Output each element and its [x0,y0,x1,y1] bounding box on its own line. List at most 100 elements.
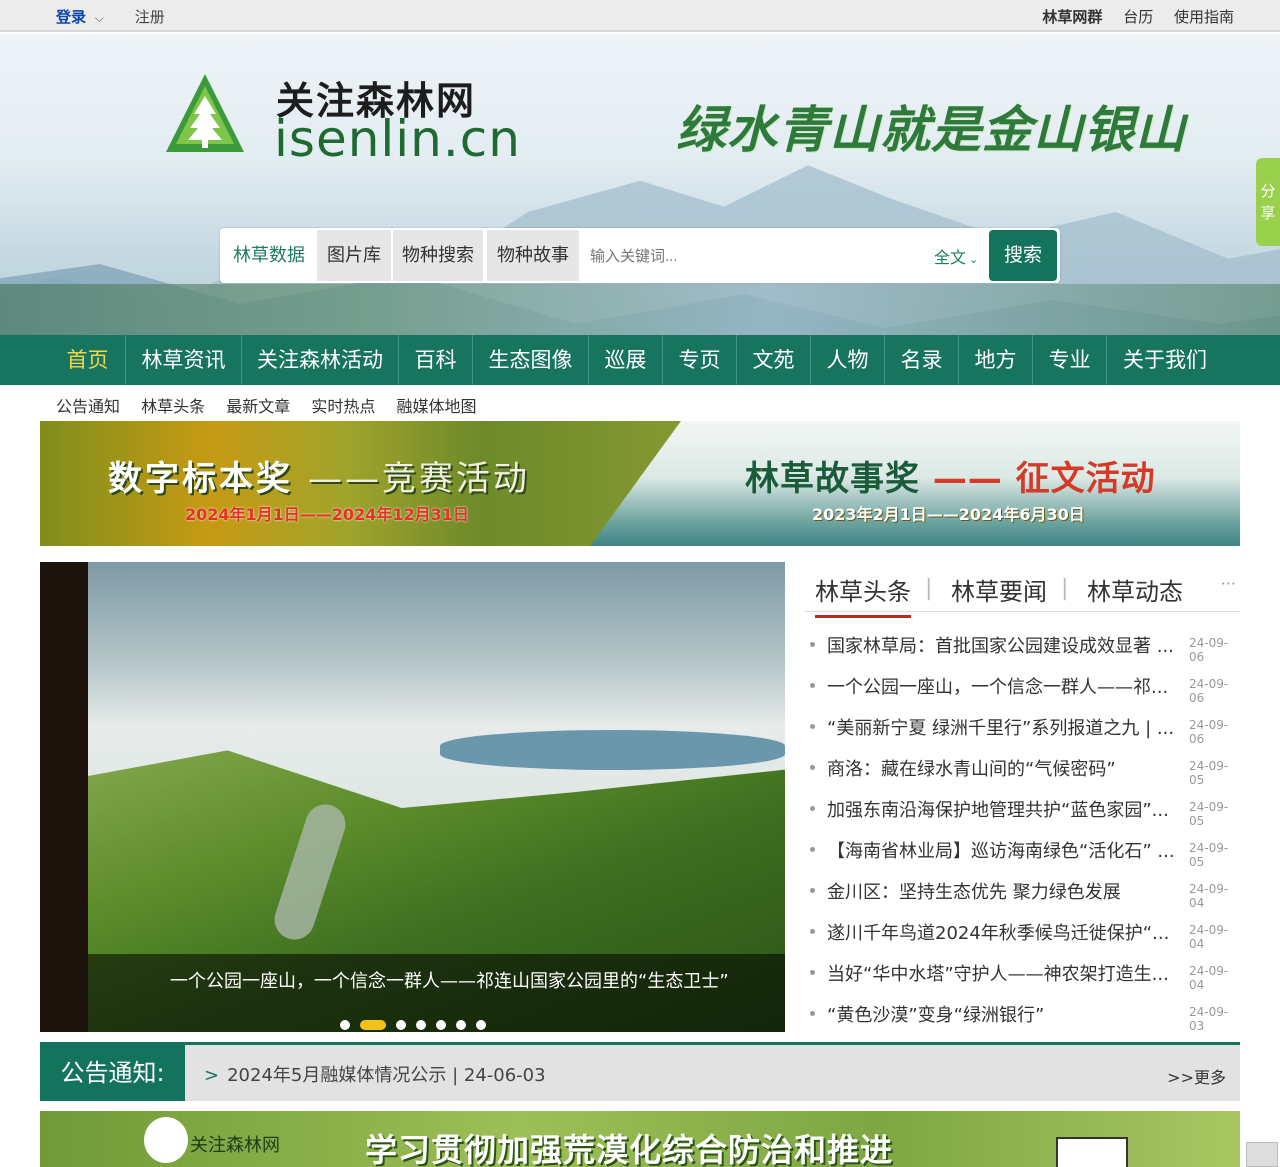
news-item[interactable]: “黄色沙漠”变身“绿洲银行” 24-09-03 [805,1001,1240,1042]
nav-activities[interactable]: 关注森林活动 [242,335,399,385]
nav-local[interactable]: 地方 [959,335,1033,385]
search-tab-data[interactable]: 林草数据 [222,230,316,281]
site-domain[interactable]: isenlin.cn [274,110,521,168]
tab-key-news[interactable]: 林草要闻 [951,572,1047,607]
subnav-hot[interactable]: 实时热点 [311,397,375,416]
carousel-dot[interactable] [416,1019,426,1030]
news-item-title[interactable]: “美丽新宁夏 绿洲千里行”系列报道之九 | ... [827,714,1177,740]
promo-banner[interactable]: 数字标本奖 ——竞赛活动 2024年1月1日——2024年12月31日 林草故事… [40,421,1240,546]
bullet-icon [810,642,815,647]
nav-professional[interactable]: 专业 [1033,335,1107,385]
news-item-title[interactable]: 【海南省林业局】巡访海南绿色“活化石” ... [827,837,1177,863]
main-nav: 首页 林草资讯 关注森林活动 百科 生态图像 巡展 专页 文苑 人物 名录 地方… [0,335,1280,385]
nav-literature[interactable]: 文苑 [737,335,811,385]
tab-divider: | [1061,576,1069,601]
share-button[interactable]: 分 享 [1256,158,1280,246]
news-item-title[interactable]: “黄色沙漠”变身“绿洲银行” [827,1001,1177,1027]
bottom-banner-site-name: 关注森林网 [190,1135,280,1156]
carousel-caption[interactable]: 一个公园一座山，一个信念一群人——祁连山国家公园里的“生态卫士” [170,967,729,993]
chevron-down-icon[interactable]: ⌵ [95,11,104,25]
guide-link[interactable]: 使用指南 [1174,8,1234,26]
carousel-dot[interactable] [396,1019,406,1030]
nav-special[interactable]: 专页 [663,335,737,385]
nav-tour[interactable]: 巡展 [589,335,663,385]
tab-updates[interactable]: 林草动态 [1087,572,1183,607]
subnav-notices[interactable]: 公告通知 [56,397,120,416]
nav-eco-images[interactable]: 生态图像 [473,335,589,385]
tab-headlines[interactable]: 林草头条 [815,572,911,618]
news-item[interactable]: 遂川千年鸟道2024年秋季候鸟迁徙保护“... 24-09-04 [805,919,1240,960]
nav-encyclopedia[interactable]: 百科 [399,335,473,385]
nav-about[interactable]: 关于我们 [1107,335,1223,385]
news-item-title[interactable]: 国家林草局：首批国家公园建设成效显著 ... [827,632,1177,658]
nav-people[interactable]: 人物 [811,335,885,385]
banner-right-dates: 2023年2月1日——2024年6月30日 [812,505,1085,524]
search-tab-stories[interactable]: 物种故事 [487,230,579,281]
news-item[interactable]: 商洛：藏在绿水青山间的“气候密码” 24-09-05 [805,755,1240,796]
news-item-date: 24-09-06 [1189,677,1229,705]
forest-logo-icon [144,1117,188,1163]
carousel-dot[interactable] [456,1019,466,1030]
news-item[interactable]: 一个公园一座山，一个信念一群人——祁... 24-09-06 [805,673,1240,714]
news-item[interactable]: 金川区：坚持生态优先 聚力绿色发展 24-09-04 [805,878,1240,919]
subnav-latest[interactable]: 最新文章 [226,397,290,416]
news-item[interactable]: 加强东南沿海保护地管理共护“蓝色家园”... 24-09-05 [805,796,1240,837]
nav-news[interactable]: 林草资讯 [126,335,242,385]
banner-left-title: 数字标本奖 ——竞赛活动 [108,451,530,500]
bottom-banner-text: 学习贯彻加强荒漠化综合防治和推进 [365,1131,894,1167]
news-panel: 林草头条 | 林草要闻 | 林草动态 ··· 国家林草局：首批国家公园建设成效显… [805,562,1240,1033]
notice-more-link[interactable]: >>更多 [1167,1064,1226,1088]
search-button[interactable]: 搜索 [989,230,1057,281]
news-item[interactable]: 国家林草局：首批国家公园建设成效显著 ... 24-09-06 [805,632,1240,673]
banner-left-dates: 2024年1月1日——2024年12月31日 [185,505,469,524]
news-item-title[interactable]: 当好“华中水塔”守护人——神农架打造生... [827,960,1177,986]
share-label-1: 分 [1260,182,1276,200]
sub-nav: 公告通知 林草头条 最新文章 实时热点 融媒体地图 [56,393,492,417]
nav-directory[interactable]: 名录 [885,335,959,385]
forest-logo-icon[interactable] [164,72,246,168]
nav-home[interactable]: 首页 [50,335,126,385]
news-item-title[interactable]: 金川区：坚持生态优先 聚力绿色发展 [827,878,1177,904]
carousel-dot[interactable] [340,1019,350,1030]
news-item-date: 24-09-05 [1189,759,1229,787]
chevron-right-icon: > [204,1065,220,1086]
register-link[interactable]: 注册 [135,8,165,26]
news-item-title[interactable]: 一个公园一座山，一个信念一群人——祁... [827,673,1177,699]
notice-item[interactable]: >2024年5月融媒体情况公示 | 24-06-03 [204,1061,546,1087]
carousel-dots [340,1014,496,1030]
search-input[interactable] [590,238,920,274]
notice-label: 公告通知: [40,1045,185,1101]
news-item-title[interactable]: 加强东南沿海保护地管理共护“蓝色家园”... [827,796,1177,822]
carousel-dot[interactable] [360,1019,386,1030]
search-tab-images[interactable]: 图片库 [317,230,391,281]
news-item-title[interactable]: 商洛：藏在绿水青山间的“气候密码” [827,755,1177,781]
carousel-dot[interactable] [476,1019,486,1030]
search-tab-species[interactable]: 物种搜索 [393,230,483,281]
more-icon[interactable]: ··· [1221,574,1236,593]
slogan: 绿水青山就是金山银山 [676,100,1186,159]
qr-code-icon [1056,1137,1128,1167]
news-item-date: 24-09-05 [1189,800,1229,828]
calendar-link[interactable]: 台历 [1123,8,1153,26]
image-carousel[interactable]: 一个公园一座山，一个信念一群人——祁连山国家公园里的“生态卫士” [40,562,785,1032]
news-item-date: 24-09-05 [1189,841,1229,869]
carousel-dot[interactable] [436,1019,446,1030]
news-item-date: 24-09-03 [1189,1005,1229,1033]
news-item[interactable]: 当好“华中水塔”守护人——神农架打造生... 24-09-04 [805,960,1240,1001]
notice-item-text: 2024年5月融媒体情况公示 | 24-06-03 [227,1065,546,1086]
login-link[interactable]: 登录 [56,8,86,26]
share-label-2: 享 [1260,204,1276,222]
site-group-link[interactable]: 林草网群 [1042,8,1102,26]
subnav-headlines[interactable]: 林草头条 [141,397,205,416]
news-item-title[interactable]: 遂川千年鸟道2024年秋季候鸟迁徙保护“... [827,919,1177,945]
news-item[interactable]: “美丽新宁夏 绿洲千里行”系列报道之九 | ... 24-09-06 [805,714,1240,755]
subnav-media-map[interactable]: 融媒体地图 [396,397,476,416]
bottom-banner[interactable]: 关注森林网 学习贯彻加强荒漠化综合防治和推进 [40,1111,1240,1167]
search-scope-select[interactable]: 全文 ⌄ [934,244,978,268]
news-item[interactable]: 【海南省林业局】巡访海南绿色“活化石” ... 24-09-05 [805,837,1240,878]
back-to-top-button[interactable] [1246,1142,1278,1167]
bullet-icon [810,806,815,811]
bullet-icon [810,847,815,852]
bullet-icon [810,724,815,729]
bullet-icon [810,765,815,770]
